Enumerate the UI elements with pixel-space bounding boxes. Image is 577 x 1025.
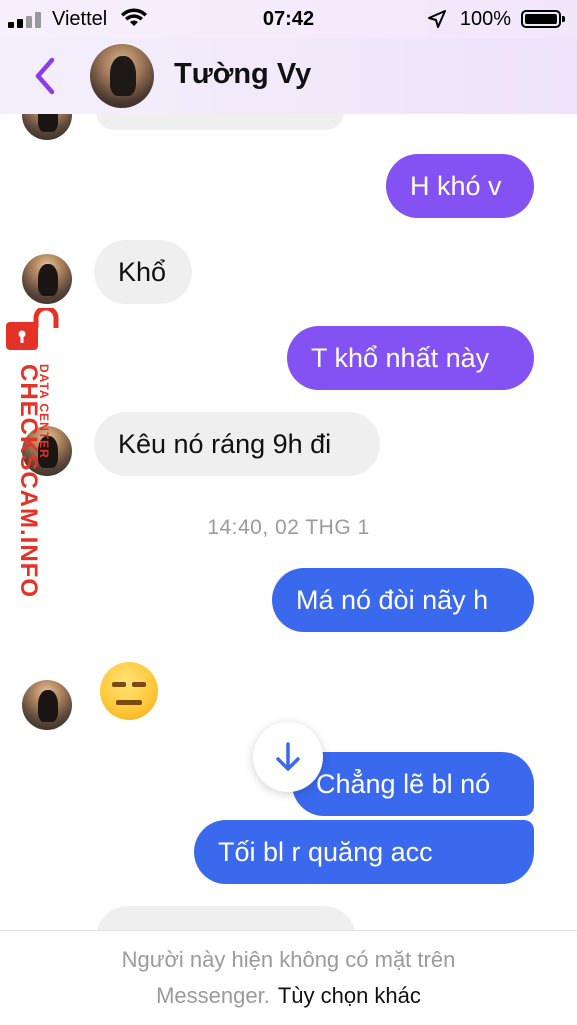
- status-bar: Viettel 07:42 100%: [0, 0, 577, 38]
- message-bubble-sent[interactable]: Má nó đòi nãy h: [272, 568, 534, 632]
- watermark-subtext: DATA CENTER: [37, 364, 51, 459]
- message-bubble-received-partial: [96, 114, 344, 130]
- message-timestamp: 14:40, 02 THG 1: [207, 516, 370, 539]
- message-bubble-received[interactable]: Kêu nó ráng 9h đi: [94, 412, 380, 476]
- sender-avatar: [22, 254, 72, 304]
- sender-avatar: [22, 680, 72, 730]
- contact-avatar[interactable]: [90, 44, 154, 108]
- notice-text-messenger: Messenger.: [156, 983, 270, 1008]
- expressionless-face-emoji[interactable]: [100, 662, 158, 720]
- message-bubble-sent[interactable]: Chẳng lẽ bl nó: [292, 752, 534, 816]
- conversation-header: Tường Vy: [0, 38, 577, 114]
- arrow-down-icon: [276, 742, 300, 771]
- checkscam-watermark: CHECKSCAM.INFO DATA CENTER: [2, 308, 64, 598]
- message-list[interactable]: H khó v Khổ T khổ nhất này Kêu nó ráng 9…: [0, 114, 577, 930]
- more-options-link[interactable]: Tùy chọn khác: [278, 983, 421, 1008]
- notice-text-line2: Messenger. Tùy chọn khác: [0, 983, 577, 1009]
- message-bubble-received-partial: [96, 906, 356, 930]
- unavailable-notice: Người này hiện không có mặt trên Messeng…: [0, 930, 577, 1025]
- notice-text-line1: Người này hiện không có mặt trên: [121, 947, 456, 972]
- battery-icon: [521, 10, 565, 28]
- message-bubble-received[interactable]: Khổ: [94, 240, 192, 304]
- contact-name[interactable]: Tường Vy: [174, 58, 311, 91]
- battery-percentage: 100%: [459, 8, 511, 30]
- message-bubble-sent[interactable]: Tối bl r quăng acc: [194, 820, 534, 884]
- lock-icon: [6, 308, 59, 350]
- message-bubble-sent[interactable]: H khó v: [386, 154, 534, 218]
- location-arrow-icon: [428, 10, 446, 28]
- back-arrow-icon[interactable]: [30, 54, 60, 98]
- sender-avatar: [22, 114, 72, 140]
- scroll-to-bottom-button[interactable]: [253, 722, 323, 792]
- message-bubble-sent[interactable]: T khổ nhất này: [287, 326, 534, 390]
